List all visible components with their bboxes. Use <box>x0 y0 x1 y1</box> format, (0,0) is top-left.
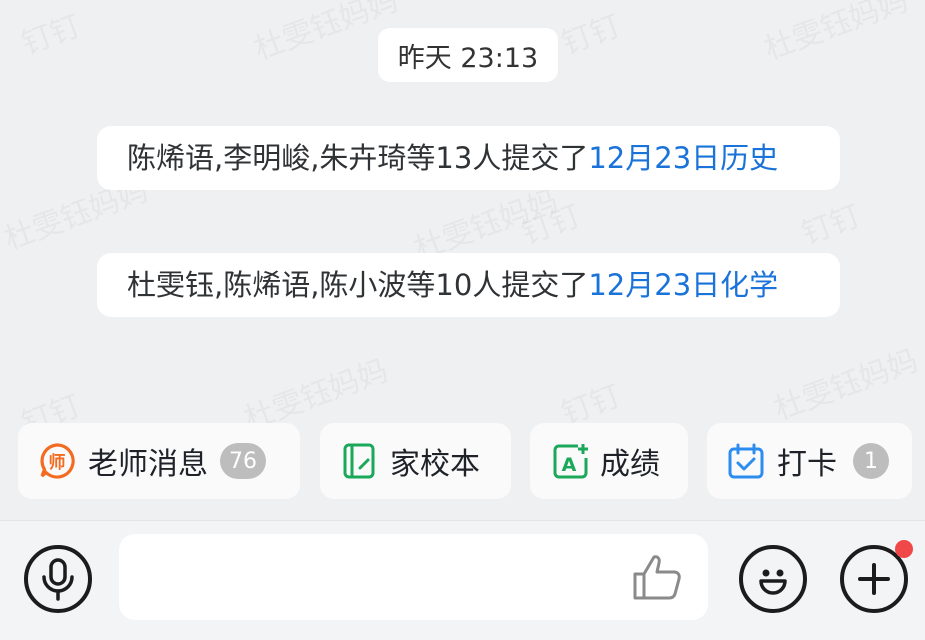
svg-text:师: 师 <box>49 452 66 473</box>
unread-badge: 76 <box>220 443 266 479</box>
quick-action-home-school-book[interactable]: 家校本 <box>320 423 511 499</box>
quick-action-label: 家校本 <box>390 447 480 482</box>
emoji-button[interactable] <box>739 545 807 613</box>
quick-action-check-in[interactable]: 打卡 1 <box>707 423 912 499</box>
quick-action-label: 打卡 <box>777 447 837 482</box>
quick-action-grades[interactable]: A 成绩 <box>530 423 688 499</box>
grade-icon: A <box>553 444 588 479</box>
watermark-text: 杜雯钰妈妈 <box>767 336 923 429</box>
timestamp-text: 昨天 23:13 <box>397 42 539 74</box>
teacher-icon: 师 <box>40 443 75 479</box>
watermark-text: 杜雯钰妈妈 <box>757 0 913 68</box>
plus-icon <box>858 563 890 595</box>
microphone-icon <box>42 558 74 601</box>
assignment-link[interactable]: 12月23日历史 <box>588 141 778 175</box>
timestamp-chip: 昨天 23:13 <box>378 28 558 82</box>
voice-button[interactable] <box>24 545 92 613</box>
quick-action-label: 成绩 <box>600 447 660 482</box>
message-text: 陈烯语,李明峻,朱卉琦等13人提交了 <box>127 141 589 175</box>
notification-dot <box>895 540 913 558</box>
watermark-text: 钉钉 <box>14 1 85 63</box>
unread-badge: 1 <box>853 443 889 479</box>
watermark-text: 钉钉 <box>794 191 865 253</box>
thumbs-up-icon[interactable] <box>631 552 685 602</box>
system-message: 杜雯钰,陈烯语,陈小波等10人提交了12月23日化学 <box>97 253 840 317</box>
system-message: 陈烯语,李明峻,朱卉琦等13人提交了12月23日历史 <box>97 126 840 190</box>
calendar-check-icon <box>728 443 764 479</box>
smiley-icon <box>759 569 787 595</box>
watermark-text: 钉钉 <box>514 191 585 253</box>
assignment-link[interactable]: 12月23日化学 <box>588 268 778 302</box>
message-text: 杜雯钰,陈烯语,陈小波等10人提交了 <box>127 268 589 302</box>
quick-action-label: 老师消息 <box>88 447 208 482</box>
quick-action-teacher-messages[interactable]: 师 老师消息 76 <box>18 423 300 499</box>
watermark-text: 钉钉 <box>554 1 625 63</box>
notebook-icon <box>343 443 375 479</box>
message-input[interactable] <box>119 534 708 620</box>
svg-text:A: A <box>562 454 577 476</box>
